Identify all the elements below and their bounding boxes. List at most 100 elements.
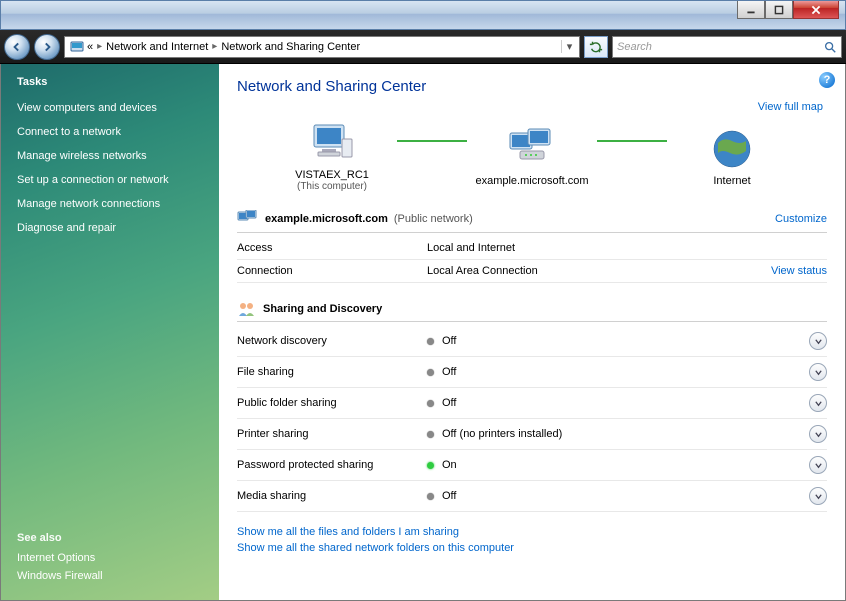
- sharing-row: Network discovery Off: [237, 326, 827, 357]
- sharing-row-value: Off: [442, 397, 809, 409]
- expand-button[interactable]: [809, 332, 827, 350]
- network-map: VISTAEX_RC1 (This computer) example.micr…: [237, 117, 827, 192]
- access-value: Local and Internet: [427, 242, 827, 254]
- chevron-down-icon: [814, 430, 823, 439]
- network-section-head: example.microsoft.com (Public network) C…: [237, 210, 827, 228]
- bottom-links: Show me all the files and folders I am s…: [237, 526, 827, 554]
- main-area: Tasks View computers and devices Connect…: [0, 64, 846, 601]
- divider: [237, 232, 827, 233]
- task-link[interactable]: Manage network connections: [17, 198, 203, 210]
- refresh-button[interactable]: [584, 36, 608, 58]
- breadcrumb-root-glyph: «: [87, 41, 93, 53]
- network-icon: [457, 123, 607, 175]
- breadcrumb[interactable]: « ▸ Network and Internet ▸ Network and S…: [64, 36, 580, 58]
- task-link[interactable]: Diagnose and repair: [17, 222, 203, 234]
- access-row: Access Local and Internet: [237, 237, 827, 260]
- sharing-row: Media sharing Off: [237, 481, 827, 512]
- map-node-network[interactable]: example.microsoft.com: [457, 123, 607, 187]
- maximize-button[interactable]: [765, 1, 793, 19]
- connection-row: Connection Local Area Connection View st…: [237, 260, 827, 283]
- sharing-heading: Sharing and Discovery: [263, 303, 382, 315]
- task-link[interactable]: View computers and devices: [17, 102, 203, 114]
- tasks-heading: Tasks: [17, 76, 203, 88]
- sharing-row-value: Off: [442, 366, 809, 378]
- map-node-internet[interactable]: Internet: [657, 123, 807, 187]
- sharing-row-value: Off: [442, 335, 809, 347]
- chevron-right-icon: ▸: [212, 41, 217, 52]
- see-also-section: See also Internet Options Windows Firewa…: [17, 512, 203, 588]
- sharing-heading-row: Sharing and Discovery: [237, 301, 827, 317]
- sharing-row-value: Off: [442, 490, 809, 502]
- content-pane: ? Network and Sharing Center View full m…: [219, 64, 845, 600]
- network-type: (Public network): [394, 213, 473, 225]
- window-titlebar: [0, 0, 846, 30]
- control-panel-icon: [69, 39, 85, 55]
- sharing-row-value: On: [442, 459, 809, 471]
- sharing-row: Public folder sharing Off: [237, 388, 827, 419]
- breadcrumb-part-1[interactable]: Network and Internet: [106, 41, 208, 53]
- see-also-link[interactable]: Internet Options: [17, 552, 203, 564]
- search-icon: [823, 40, 837, 54]
- expand-button[interactable]: [809, 456, 827, 474]
- chevron-down-icon: [814, 337, 823, 346]
- see-also-link[interactable]: Windows Firewall: [17, 570, 203, 582]
- sharing-row-label: Password protected sharing: [237, 459, 427, 471]
- expand-button[interactable]: [809, 363, 827, 381]
- status-dot-icon: [427, 400, 434, 407]
- map-node-label: Internet: [657, 175, 807, 187]
- status-dot-icon: [427, 338, 434, 345]
- toolbar: « ▸ Network and Internet ▸ Network and S…: [0, 30, 846, 64]
- search-placeholder: Search: [617, 41, 652, 53]
- customize-link[interactable]: Customize: [775, 213, 827, 225]
- connection-value: Local Area Connection: [427, 265, 771, 277]
- network-name: example.microsoft.com: [265, 213, 388, 225]
- close-button[interactable]: [793, 1, 839, 19]
- help-icon[interactable]: ?: [819, 72, 835, 88]
- sharing-row-label: Printer sharing: [237, 428, 427, 440]
- connection-label: Connection: [237, 265, 427, 277]
- chevron-down-icon: [814, 492, 823, 501]
- chevron-down-icon: [814, 399, 823, 408]
- map-node-this-computer[interactable]: VISTAEX_RC1 (This computer): [257, 117, 407, 192]
- see-also-heading: See also: [17, 532, 203, 544]
- sharing-row-label: Network discovery: [237, 335, 427, 347]
- view-full-map-link[interactable]: View full map: [758, 101, 823, 113]
- expand-button[interactable]: [809, 487, 827, 505]
- access-label: Access: [237, 242, 427, 254]
- sharing-row: Printer sharing Off (no printers installe…: [237, 419, 827, 450]
- status-dot-icon: [427, 369, 434, 376]
- back-button[interactable]: [4, 34, 30, 60]
- status-dot-icon: [427, 431, 434, 438]
- status-dot-icon: [427, 462, 434, 469]
- view-full-map-row: View full map: [237, 101, 823, 113]
- breadcrumb-dropdown[interactable]: ▾: [561, 40, 577, 53]
- breadcrumb-part-2[interactable]: Network and Sharing Center: [221, 41, 360, 53]
- page-title: Network and Sharing Center: [237, 78, 827, 95]
- search-input[interactable]: Search: [612, 36, 842, 58]
- task-link[interactable]: Manage wireless networks: [17, 150, 203, 162]
- sharing-row: Password protected sharing On: [237, 450, 827, 481]
- sharing-table: Network discoveryOffFile sharingOffPubli…: [237, 326, 827, 512]
- task-link[interactable]: Connect to a network: [17, 126, 203, 138]
- map-node-label: VISTAEX_RC1: [257, 169, 407, 181]
- computer-icon: [257, 117, 407, 169]
- task-link[interactable]: Set up a connection or network: [17, 174, 203, 186]
- minimize-button[interactable]: [737, 1, 765, 19]
- chevron-down-icon: [814, 461, 823, 470]
- show-shared-files-link[interactable]: Show me all the files and folders I am s…: [237, 526, 827, 538]
- sharing-row-value: Off (no printers installed): [442, 428, 809, 440]
- expand-button[interactable]: [809, 394, 827, 412]
- chevron-right-icon: ▸: [97, 41, 102, 52]
- sharing-row: File sharing Off: [237, 357, 827, 388]
- sharing-row-label: Media sharing: [237, 490, 427, 502]
- people-icon: [237, 301, 257, 317]
- map-node-sublabel: (This computer): [257, 181, 407, 192]
- forward-button[interactable]: [34, 34, 60, 60]
- map-node-label: example.microsoft.com: [457, 175, 607, 187]
- sharing-row-label: File sharing: [237, 366, 427, 378]
- expand-button[interactable]: [809, 425, 827, 443]
- view-status-link[interactable]: View status: [771, 265, 827, 277]
- divider: [237, 321, 827, 322]
- show-shared-folders-link[interactable]: Show me all the shared network folders o…: [237, 542, 827, 554]
- sharing-row-label: Public folder sharing: [237, 397, 427, 409]
